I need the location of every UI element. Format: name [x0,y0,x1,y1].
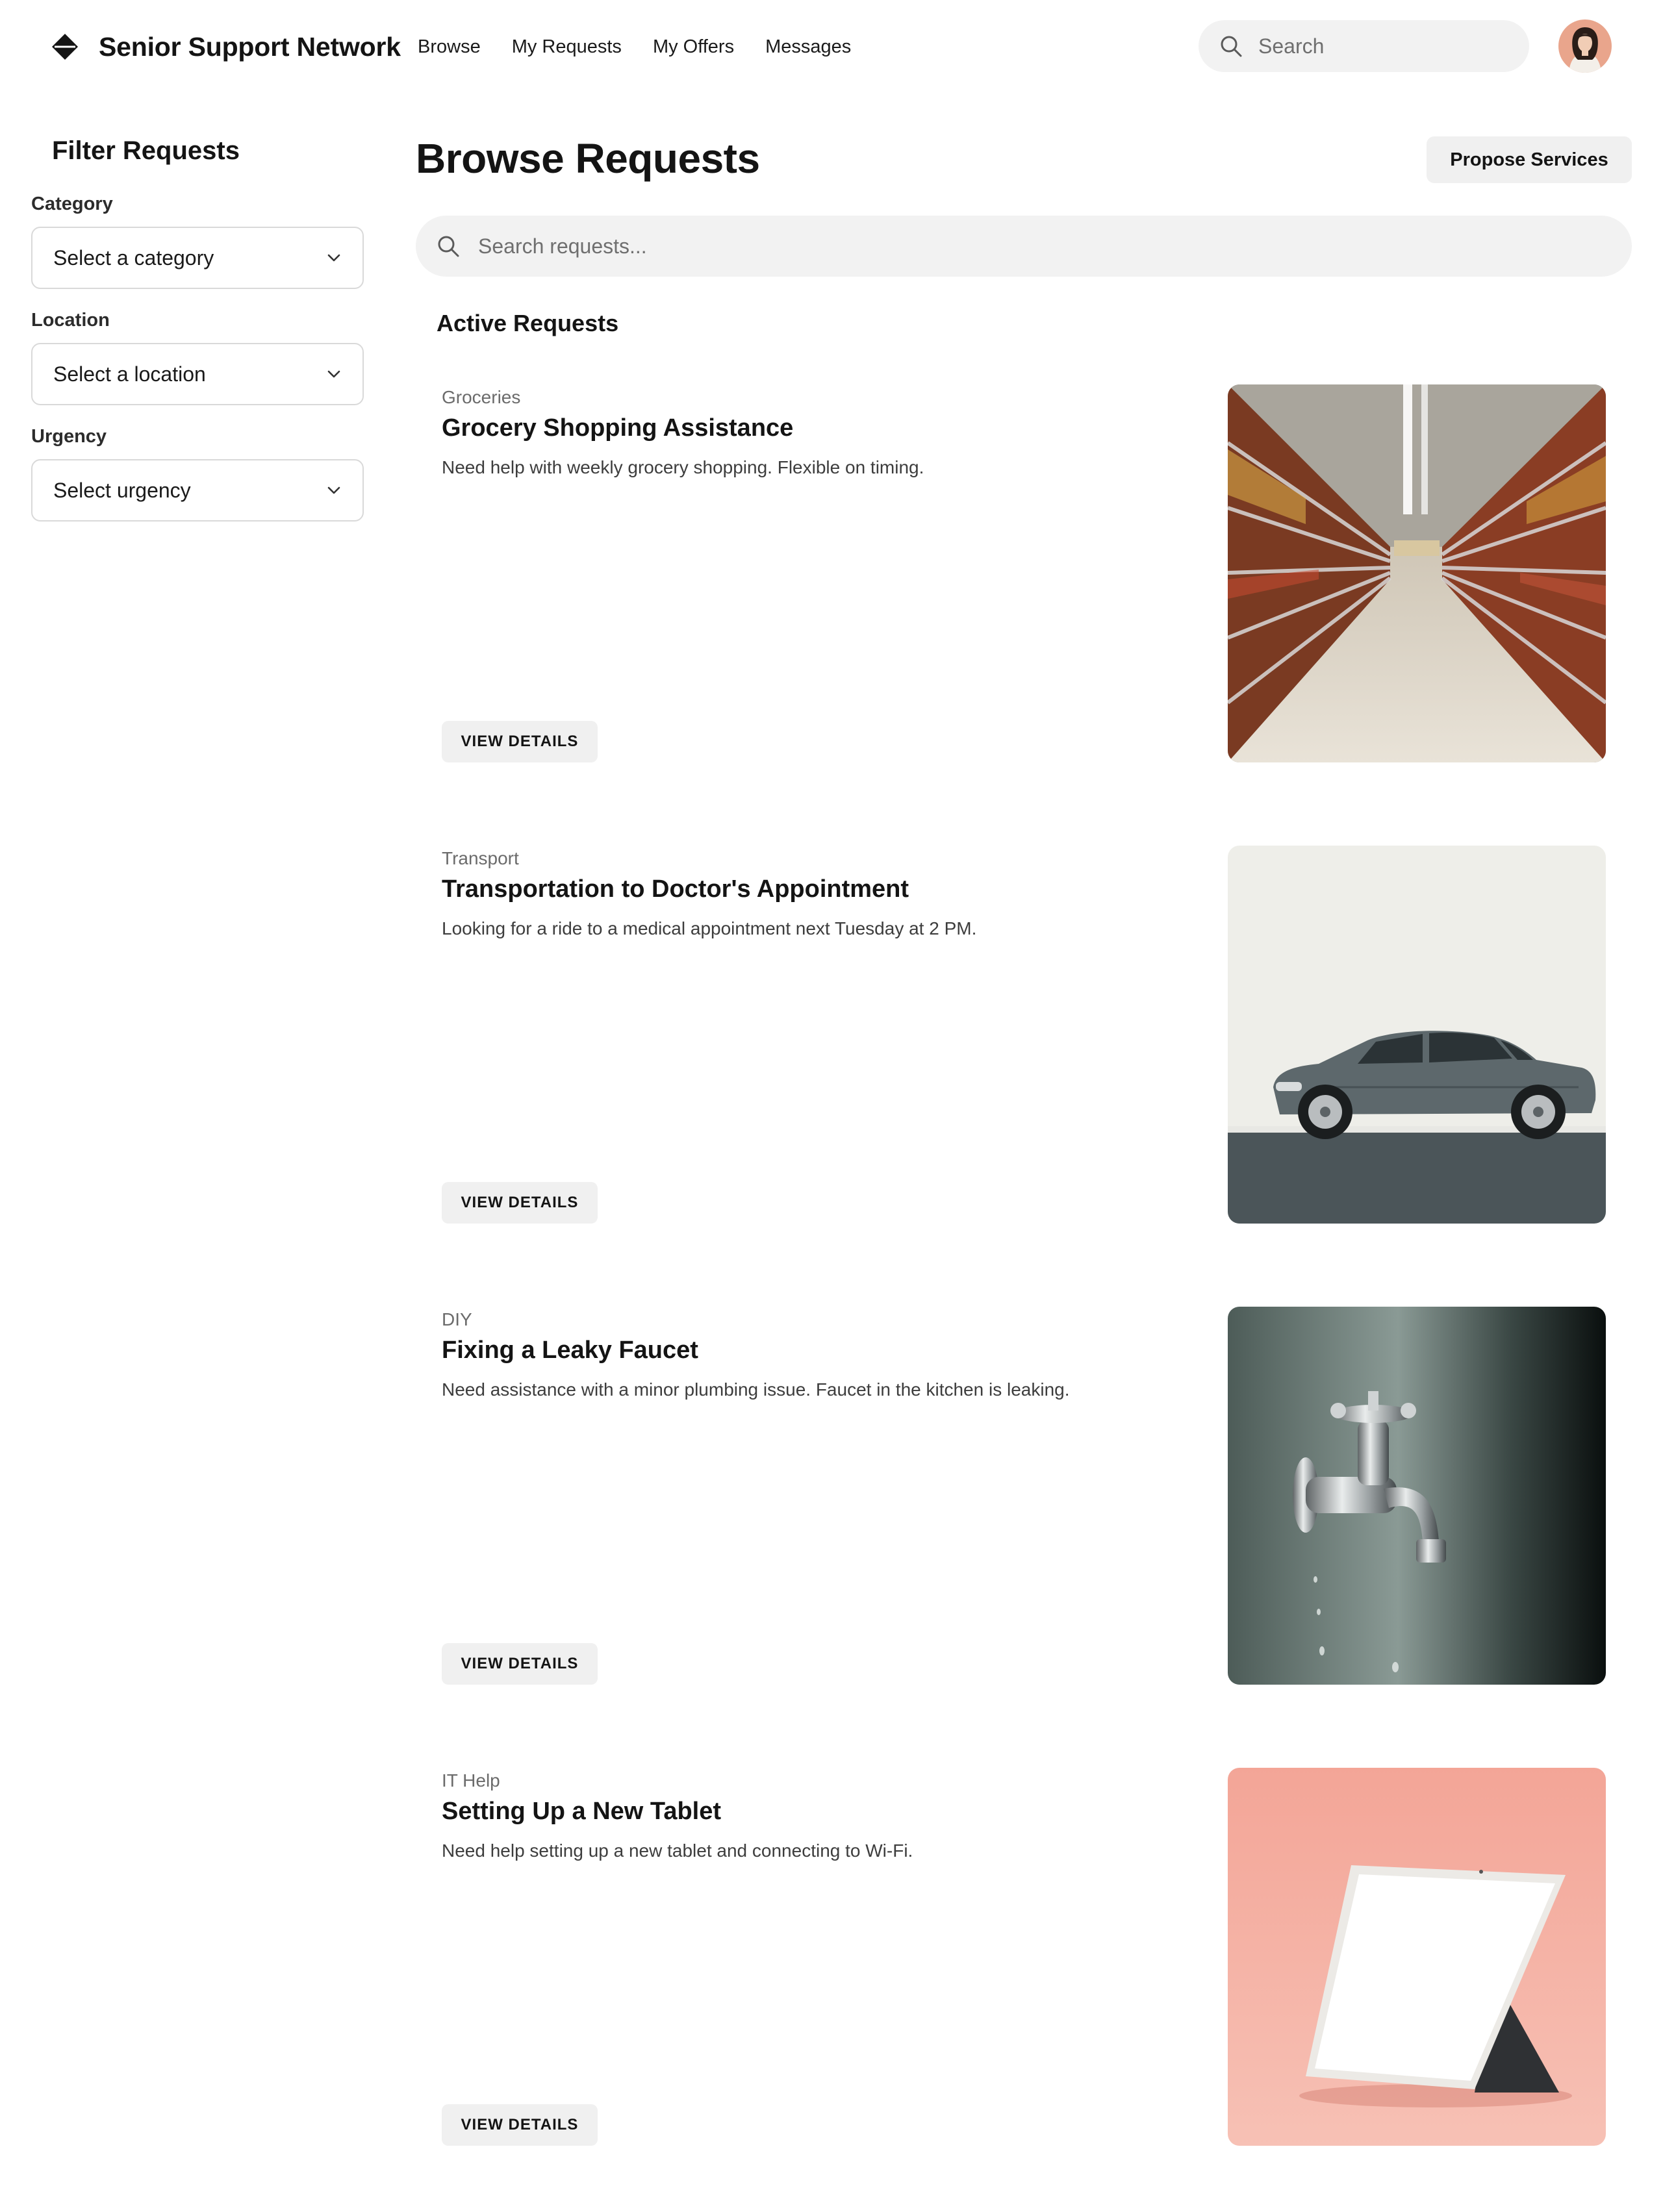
sidebar-title: Filter Requests [52,136,240,165]
request-title[interactable]: Transportation to Doctor's Appointment [442,875,909,903]
category-filter: Category Select a category [31,194,364,289]
category-select-value: Select a category [53,245,214,270]
request-category: DIY [442,1309,472,1329]
view-details-button[interactable]: VIEW DETAILS [442,1182,598,1224]
chevron-down-icon [327,370,340,378]
faucet-image[interactable] [1228,1307,1606,1685]
request-title[interactable]: Fixing a Leaky Faucet [442,1337,698,1364]
brand[interactable]: Senior Support Network [51,29,401,65]
location-label: Location [31,310,110,331]
grocery-aisle-image[interactable] [1228,384,1606,762]
car-image[interactable] [1228,846,1606,1224]
request-description: Need assistance with a minor plumbing is… [442,1379,1070,1400]
request-description: Need help setting up a new tablet and co… [442,1841,913,1861]
request-card: IT Help Setting Up a New Tablet Need hel… [416,1747,1632,2208]
search-icon [1221,36,1242,57]
requests-search-input[interactable] [478,234,1582,258]
category-select[interactable]: Select a category [31,227,364,289]
header-search-input[interactable] [1258,34,1492,58]
request-description: Looking for a ride to a medical appointm… [442,918,977,938]
diamond-logo-icon [52,34,78,60]
search-icon [438,236,459,257]
request-card: Transport Transportation to Doctor's App… [416,825,1632,1286]
chevron-down-icon [327,486,340,494]
urgency-label: Urgency [31,426,107,447]
section-title: Active Requests [437,310,619,336]
header-search-bar [1199,20,1529,72]
category-label: Category [31,194,113,214]
request-card: DIY Fixing a Leaky Faucet Need assistanc… [416,1286,1632,1747]
page-title: Browse Requests [416,135,760,182]
location-select-value: Select a location [53,362,206,386]
view-details-button[interactable]: VIEW DETAILS [442,721,598,762]
chevron-down-icon [327,254,340,262]
requests-search-bar [416,216,1632,277]
nav-my-offers[interactable]: My Offers [653,32,734,61]
request-title[interactable]: Setting Up a New Tablet [442,1798,721,1826]
brand-name: Senior Support Network [99,31,401,62]
request-card: Groceries Grocery Shopping Assistance Ne… [416,364,1632,825]
urgency-select[interactable]: Select urgency [31,459,364,522]
nav-my-requests[interactable]: My Requests [512,32,622,61]
request-category: Transport [442,848,519,868]
top-nav-bar: Senior Support Network Browse My Request… [0,0,1663,92]
main-nav: Browse My Requests My Offers Messages [418,32,851,61]
nav-messages[interactable]: Messages [765,32,851,61]
request-title[interactable]: Grocery Shopping Assistance [442,414,793,442]
nav-browse[interactable]: Browse [418,32,481,61]
request-description: Need help with weekly grocery shopping. … [442,457,924,477]
user-avatar-image [1558,19,1612,73]
urgency-select-value: Select urgency [53,478,191,502]
view-details-button[interactable]: VIEW DETAILS [442,1643,598,1685]
tablet-image[interactable] [1228,1768,1606,2146]
avatar[interactable] [1558,19,1612,73]
urgency-filter: Urgency Select urgency [31,426,364,522]
view-details-button[interactable]: VIEW DETAILS [442,2104,598,2146]
location-filter: Location Select a location [31,310,364,405]
request-category: Groceries [442,387,521,407]
request-list: Groceries Grocery Shopping Assistance Ne… [416,364,1632,2208]
filter-sidebar: Filter Requests Category Select a catego… [31,130,364,522]
location-select[interactable]: Select a location [31,343,364,405]
request-category: IT Help [442,1770,500,1791]
propose-services-button[interactable]: Propose Services [1427,136,1632,183]
